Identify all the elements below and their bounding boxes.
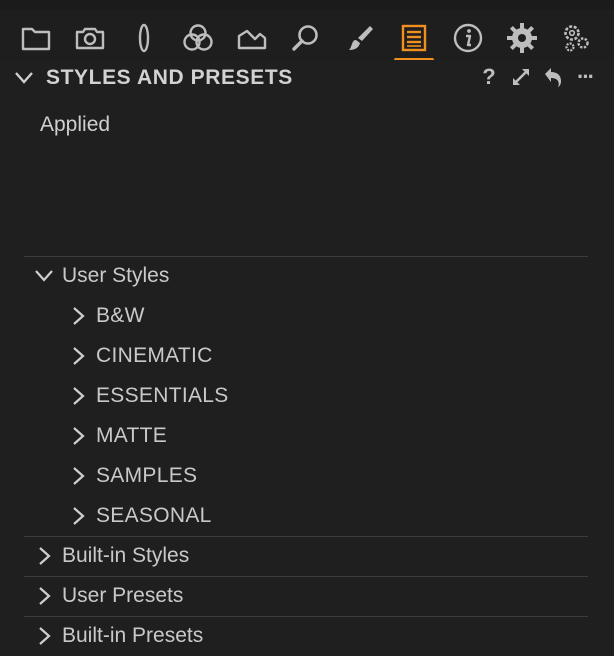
help-button[interactable]: ? bbox=[476, 64, 502, 90]
tree-item-label: SAMPLES bbox=[96, 464, 198, 487]
help-icon: ? bbox=[482, 64, 496, 89]
tree-item-seasonal[interactable]: SEASONAL bbox=[68, 496, 212, 536]
tree-item-bw[interactable]: B&W bbox=[68, 296, 145, 336]
chevron-right-icon bbox=[39, 547, 51, 565]
chevron-right-icon bbox=[73, 387, 85, 405]
gear-icon bbox=[507, 23, 537, 53]
more-button[interactable]: ··· bbox=[572, 64, 598, 90]
panel-header: STYLES AND PRESETS ? ··· bbox=[0, 60, 614, 98]
tool-tab-output[interactable] bbox=[500, 16, 544, 60]
tree-item-label: MATTE bbox=[96, 424, 168, 447]
tree-item-label: User Presets bbox=[62, 584, 184, 607]
expand-button[interactable] bbox=[508, 64, 534, 90]
tree-item-cinematic[interactable]: CINEMATIC bbox=[68, 336, 213, 376]
tool-tab-library[interactable] bbox=[14, 16, 58, 60]
tree-item-label: User Styles bbox=[62, 264, 170, 287]
chevron-down-icon[interactable] bbox=[14, 70, 34, 86]
reset-button[interactable] bbox=[540, 64, 566, 90]
tree-item-samples[interactable]: SAMPLES bbox=[68, 456, 197, 496]
tool-tab-details[interactable] bbox=[284, 16, 328, 60]
panel-title[interactable]: STYLES AND PRESETS bbox=[46, 66, 293, 90]
camera-icon bbox=[75, 27, 105, 50]
expand-icon bbox=[513, 69, 529, 85]
tool-tabs-bar bbox=[0, 10, 614, 62]
tool-tab-color[interactable] bbox=[176, 16, 220, 60]
tree-item-matte[interactable]: MATTE bbox=[68, 416, 167, 456]
chevron-right-icon bbox=[73, 347, 85, 365]
tool-tab-styles[interactable] bbox=[392, 16, 436, 62]
tree-item-label: B&W bbox=[96, 304, 145, 327]
tree-item-user-styles[interactable]: User Styles bbox=[34, 256, 169, 296]
styles-presets-icon bbox=[401, 24, 427, 52]
tree-item-user-presets[interactable]: User Presets bbox=[34, 576, 183, 616]
info-icon bbox=[453, 23, 483, 53]
chevron-right-icon bbox=[73, 427, 85, 445]
tree-item-built-in-presets[interactable]: Built-in Presets bbox=[34, 616, 203, 656]
tool-tab-adjustments[interactable] bbox=[338, 16, 382, 60]
brush-icon bbox=[349, 26, 373, 50]
tree-item-essentials[interactable]: ESSENTIALS bbox=[68, 376, 229, 416]
chevron-right-icon bbox=[73, 507, 85, 525]
tree-item-label: ESSENTIALS bbox=[96, 384, 229, 407]
chevron-right-icon bbox=[39, 587, 51, 605]
tool-tab-metadata[interactable] bbox=[446, 16, 490, 60]
tool-tab-capture[interactable] bbox=[68, 16, 112, 60]
lens-icon bbox=[138, 23, 150, 53]
tree-item-label: Built-in Presets bbox=[62, 624, 204, 647]
more-icon: ··· bbox=[577, 64, 595, 89]
folder-icon bbox=[21, 27, 51, 51]
chevron-right-icon bbox=[73, 307, 85, 325]
tree-item-label: SEASONAL bbox=[96, 504, 212, 527]
applied-label: Applied bbox=[40, 113, 111, 136]
chevron-right-icon bbox=[73, 467, 85, 485]
chevron-right-icon bbox=[39, 627, 51, 645]
gears-icon bbox=[564, 25, 589, 52]
tree-item-label: Built-in Styles bbox=[62, 544, 190, 567]
tree-item-built-in-styles[interactable]: Built-in Styles bbox=[34, 536, 189, 576]
tree-item-label: CINEMATIC bbox=[96, 344, 213, 367]
chevron-down-icon bbox=[35, 270, 53, 282]
exposure-histogram-icon bbox=[237, 29, 267, 50]
color-circles-icon bbox=[183, 24, 213, 51]
magnifier-icon bbox=[292, 25, 318, 51]
tool-tab-batch[interactable] bbox=[554, 16, 598, 60]
tool-tab-exposure[interactable] bbox=[230, 16, 274, 60]
tool-tab-lens[interactable] bbox=[122, 16, 166, 60]
undo-icon bbox=[545, 68, 561, 87]
